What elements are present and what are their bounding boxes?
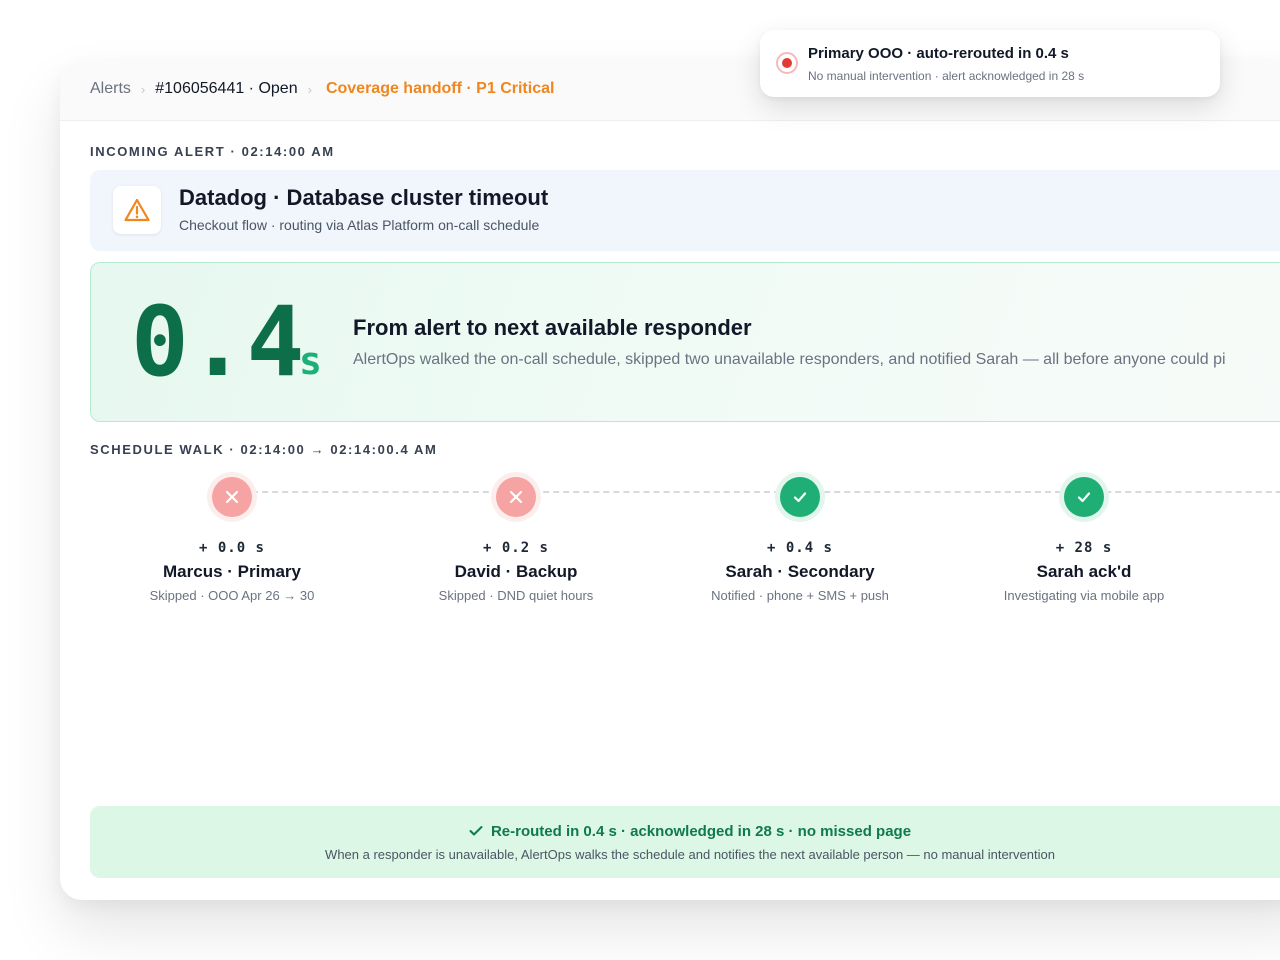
step-time: + 0.4 s	[766, 540, 833, 556]
check-icon	[469, 824, 483, 841]
reroute-metric-card: 0.4 s From alert to next available respo…	[90, 262, 1280, 422]
timeline-step[interactable]: + 0.2 s David · Backup Skipped · DND qui…	[386, 477, 646, 603]
step-responder: Sarah ack'd	[1036, 562, 1132, 581]
close-icon	[496, 477, 536, 517]
warning-icon	[113, 186, 161, 234]
summary-banner: Re-routed in 0.4 s · acknowledged in 28 …	[90, 806, 1280, 878]
reroute-toast[interactable]: Primary OOO · auto-rerouted in 0.4 s No …	[760, 30, 1220, 97]
close-icon	[212, 477, 252, 517]
summary-headline-text: Re-routed in 0.4 s · acknowledged in 28 …	[490, 823, 912, 840]
step-responder: Sarah · Secondary	[725, 562, 875, 581]
incoming-alert-card[interactable]: Datadog · Database cluster timeout Check…	[90, 170, 1280, 251]
alert-title: Datadog · Database cluster timeout	[179, 185, 549, 210]
schedule-walk-label: SCHEDULE WALK · 02:14:00 → 02:14:00.4 AM	[90, 442, 438, 457]
alert-subtitle: Checkout flow · routing via Atlas Platfo…	[179, 217, 540, 233]
metric-description: AlertOps walked the on-call schedule, sk…	[353, 351, 1226, 368]
timeline-step[interactable]: + 0.4 s Sarah · Secondary Notified · pho…	[670, 477, 930, 603]
step-note: Skipped · DND quiet hours	[438, 588, 594, 603]
timeline-step[interactable]: + 28 s Sarah ack'd Investigating via mob…	[954, 477, 1214, 603]
chevron-right-icon: ›	[307, 81, 312, 97]
summary-subtext: When a responder is unavailable, AlertOp…	[325, 847, 1055, 862]
step-time: + 0.0 s	[198, 540, 265, 556]
step-time: + 0.2 s	[482, 540, 549, 556]
toast-subtitle: No manual intervention · alert acknowled…	[808, 69, 1085, 83]
alert-detail-card: Alerts › #106056441 · Open › Coverage ha…	[60, 62, 1280, 900]
summary-headline: Re-routed in 0.4 s · acknowledged in 28 …	[90, 823, 1280, 841]
step-note: Skipped · OOO Apr 26 → 30	[149, 588, 315, 603]
step-note: Investigating via mobile app	[1003, 588, 1165, 603]
step-note: Notified · phone + SMS + push	[711, 588, 889, 603]
check-icon	[780, 477, 820, 517]
check-icon	[1064, 477, 1104, 517]
chevron-right-icon: ›	[140, 81, 146, 97]
breadcrumb: Alerts › #106056441 · Open › Coverage ha…	[90, 80, 554, 98]
step-responder: David · Backup	[454, 562, 578, 581]
breadcrumb-context: Coverage handoff · P1 Critical	[325, 80, 555, 97]
toast-title: Primary OOO · auto-rerouted in 0.4 s	[808, 45, 1069, 62]
step-responder: Marcus · Primary	[163, 562, 301, 581]
step-time: + 28 s	[1055, 540, 1113, 556]
timeline-step[interactable]: + 0.0 s Marcus · Primary Skipped · OOO A…	[102, 477, 362, 603]
metric-unit: s	[299, 339, 322, 383]
metric-value: 0.4	[131, 286, 305, 398]
incoming-alert-label: INCOMING ALERT · 02:14:00 AM	[90, 144, 335, 159]
record-dot-icon	[776, 52, 798, 74]
breadcrumb-incident[interactable]: #106056441 · Open	[155, 80, 297, 98]
metric-title: From alert to next available responder	[353, 315, 752, 340]
breadcrumb-alerts-link[interactable]: Alerts	[90, 80, 131, 98]
